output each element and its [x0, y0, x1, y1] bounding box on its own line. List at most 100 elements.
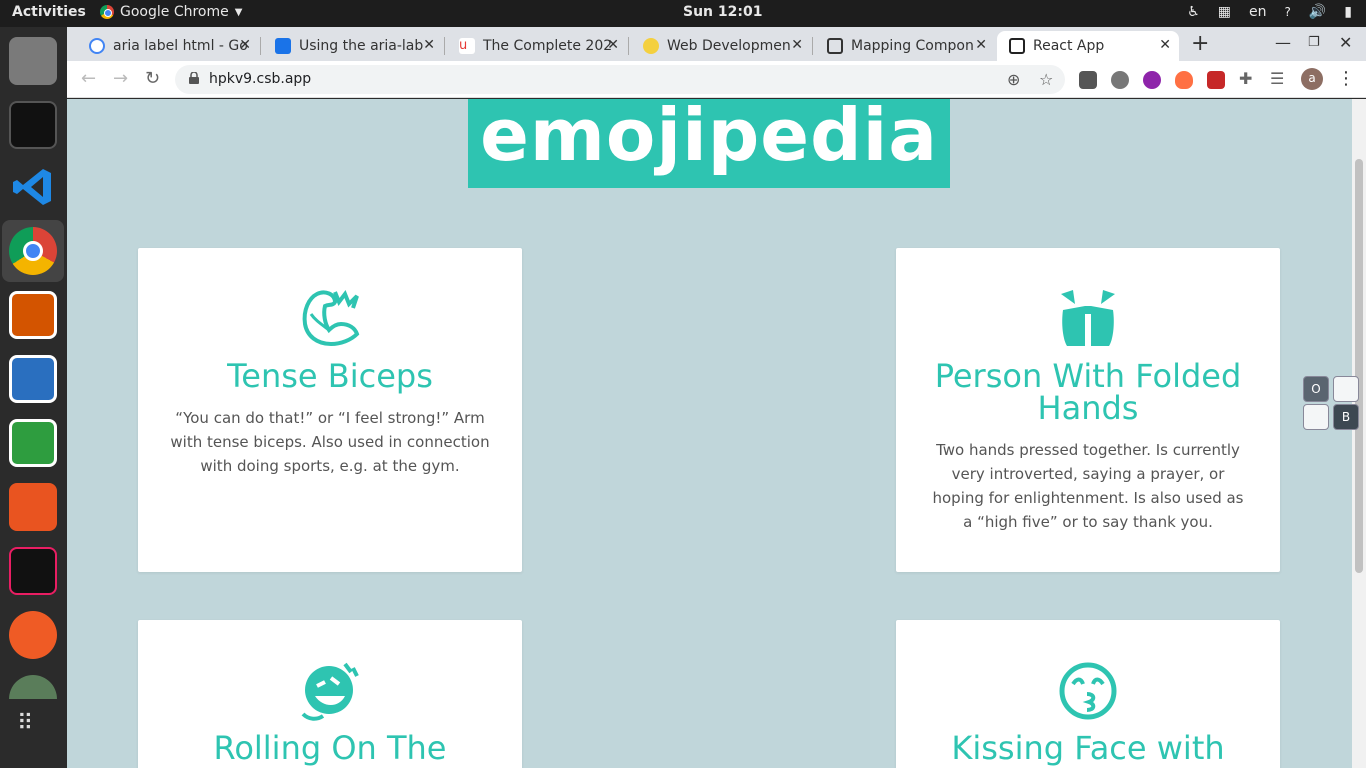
tab-title: Web Developmen: [667, 38, 791, 54]
tab-title: Using the aria-lab: [299, 38, 424, 54]
impress-icon[interactable]: [9, 291, 57, 339]
widget-blank-button[interactable]: [1303, 404, 1329, 430]
app-icon[interactable]: [9, 675, 57, 699]
emoji-meaning: Two hands pressed together. Is currently…: [932, 441, 1244, 531]
url-text: hpkv9.csb.app: [209, 71, 312, 87]
emoji-card: Kissing Face with: [896, 620, 1280, 768]
tab-mapping-components[interactable]: Mapping Compon ✕: [815, 31, 995, 61]
page-title: emojipedia: [468, 99, 950, 188]
tab-aria-label-search[interactable]: aria label html - Go ✕: [77, 31, 259, 61]
close-icon[interactable]: ✕: [607, 37, 619, 53]
workspace-icon[interactable]: ▦: [1218, 4, 1231, 20]
forward-icon[interactable]: →: [113, 68, 128, 89]
page-scrollbar[interactable]: [1352, 99, 1366, 768]
media-queue-icon[interactable]: ☰: [1270, 69, 1284, 88]
emoji-name: Kissing Face with: [951, 729, 1225, 767]
show-apps-icon[interactable]: ⠿: [17, 713, 49, 751]
widget-o-button[interactable]: O: [1303, 376, 1329, 402]
activities-button[interactable]: Activities: [12, 4, 86, 20]
bookmark-star-icon[interactable]: ☆: [1039, 70, 1053, 89]
volume-icon[interactable]: 🔊: [1309, 4, 1326, 20]
back-icon[interactable]: ←: [81, 68, 96, 89]
tab-using-aria-label[interactable]: Using the aria-lab ✕: [263, 31, 443, 61]
fire-icon[interactable]: [1175, 71, 1193, 89]
tab-title: Mapping Compon: [851, 38, 974, 54]
tab-separator: [812, 37, 813, 55]
emoji-name: Rolling On The: [213, 729, 447, 767]
battery-icon[interactable]: ▮: [1344, 4, 1352, 20]
extension-purple-icon[interactable]: [1143, 71, 1161, 89]
rolling-laughing-icon: [301, 662, 359, 721]
emoji-name: Tense Biceps: [227, 357, 433, 395]
app-menu-label: Google Chrome: [120, 4, 229, 20]
codesandbox-icon: [827, 38, 843, 54]
chevron-down-icon: ▼: [234, 6, 243, 18]
close-icon[interactable]: ✕: [239, 37, 251, 53]
lock-icon: [189, 72, 199, 84]
udemy-icon: ս: [459, 38, 475, 54]
language-indicator[interactable]: en: [1249, 4, 1267, 20]
tab-complete-course[interactable]: ս The Complete 202 ✕: [447, 31, 627, 61]
postman-icon[interactable]: [9, 611, 57, 659]
browser-toolbar: ← → ↻ hpkv9.csb.app ⊕ ☆ ✚ ☰ a ⋮: [67, 61, 1366, 98]
vscode-icon[interactable]: [9, 163, 57, 211]
emoji-card: Rolling On The: [138, 620, 522, 768]
restore-icon[interactable]: ❐: [1308, 35, 1320, 50]
tab-title: React App: [1033, 38, 1105, 54]
system-top-bar: Activities Google Chrome ▼ Sun 12:01 ♿ ▦…: [0, 0, 1366, 27]
tab-strip: aria label html - Go ✕ Using the aria-la…: [67, 27, 1366, 61]
emoji-meaning: “You can do that!” or “I feel strong!” A…: [170, 409, 490, 475]
terminal-alt-icon[interactable]: [9, 547, 57, 595]
widget-b-button[interactable]: B: [1333, 404, 1359, 430]
extension-red-icon[interactable]: [1207, 71, 1225, 89]
widget-blank-button[interactable]: [1333, 376, 1359, 402]
tab-title: The Complete 202: [483, 38, 613, 54]
chrome-dock-icon[interactable]: [9, 227, 57, 275]
google-icon: [89, 38, 105, 54]
accessibility-icon[interactable]: ♿: [1187, 4, 1200, 20]
terminal-icon[interactable]: [9, 101, 57, 149]
biceps-icon: [302, 289, 360, 347]
tab-react-app[interactable]: React App ✕: [997, 31, 1179, 61]
close-icon[interactable]: ✕: [791, 37, 803, 53]
bug-icon[interactable]: [1111, 71, 1129, 89]
folded-hands-icon: [1061, 290, 1115, 346]
minimize-icon[interactable]: —: [1275, 33, 1291, 52]
window-close-icon[interactable]: ✕: [1339, 33, 1352, 52]
close-icon[interactable]: ✕: [1159, 37, 1171, 53]
scrollbar-thumb[interactable]: [1355, 159, 1363, 573]
tab-title: aria label html - Go: [113, 38, 248, 54]
software-center-icon[interactable]: [9, 483, 57, 531]
emoji-name: Person With Folded Hands: [934, 357, 1242, 427]
close-icon[interactable]: ✕: [423, 37, 435, 53]
close-icon[interactable]: ✕: [975, 37, 987, 53]
file-manager-icon[interactable]: [9, 37, 57, 85]
codesandbox-icon: [1009, 38, 1025, 54]
avatar[interactable]: a: [1301, 68, 1323, 90]
clock[interactable]: Sun 12:01: [683, 4, 762, 20]
system-tray: ♿ ▦ en ? 🔊 ▮: [1187, 4, 1352, 20]
chrome-icon: [100, 5, 114, 19]
writer-icon[interactable]: [9, 355, 57, 403]
emoji-card: Person With Folded Hands Two hands press…: [896, 248, 1280, 572]
install-app-icon[interactable]: ⊕: [1007, 70, 1020, 89]
tab-separator: [444, 37, 445, 55]
address-bar[interactable]: hpkv9.csb.app ⊕ ☆: [175, 65, 1065, 94]
floating-widget[interactable]: O B: [1303, 376, 1361, 432]
emoji-card: Tense Biceps “You can do that!” or “I fe…: [138, 248, 522, 572]
puzzle-icon[interactable]: ✚: [1239, 69, 1252, 88]
dock: ⠿: [0, 27, 67, 768]
tab-separator: [628, 37, 629, 55]
mdn-icon: [275, 38, 291, 54]
kissing-face-icon: [1059, 662, 1117, 720]
new-tab-icon[interactable]: +: [1191, 31, 1209, 56]
reload-icon[interactable]: ↻: [145, 68, 160, 89]
extension-icon[interactable]: [1079, 71, 1097, 89]
help-icon[interactable]: ?: [1284, 5, 1290, 19]
calc-icon[interactable]: [9, 419, 57, 467]
tab-separator: [260, 37, 261, 55]
tab-web-development[interactable]: Web Developmen ✕: [631, 31, 811, 61]
more-menu-icon[interactable]: ⋮: [1337, 68, 1355, 89]
web-dev-icon: [643, 38, 659, 54]
app-menu[interactable]: Google Chrome ▼: [100, 4, 242, 20]
